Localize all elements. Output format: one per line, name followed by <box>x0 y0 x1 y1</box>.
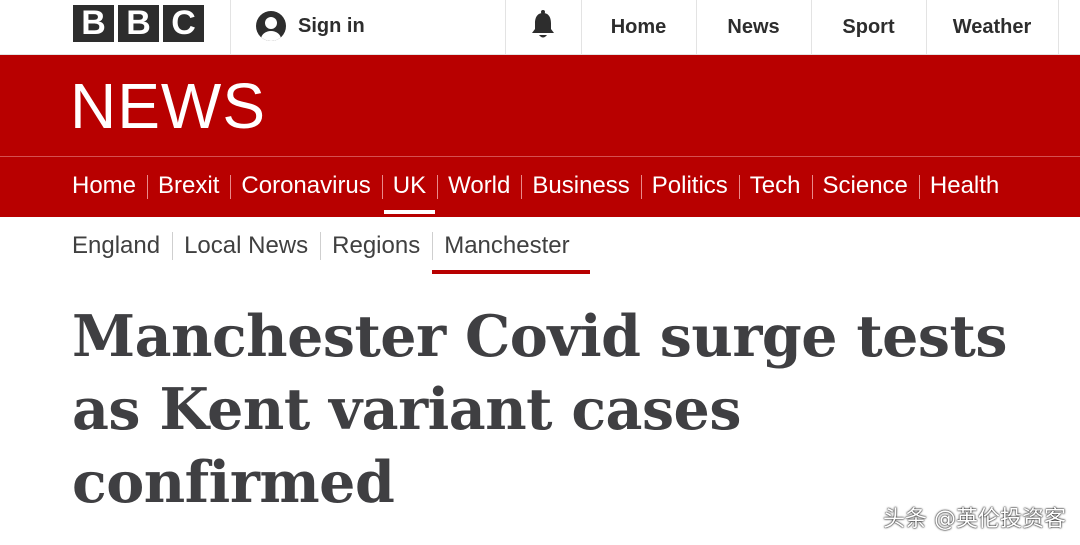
bell-icon[interactable] <box>530 10 556 40</box>
bbc-logo-letter: B <box>118 5 159 42</box>
sub-nav: England Local News Regions Manchester <box>70 222 591 274</box>
news-wordmark[interactable]: NEWS <box>70 68 266 144</box>
main-nav-world[interactable]: World <box>437 160 521 212</box>
bbc-logo-letter: C <box>163 5 204 42</box>
top-nav-home[interactable]: Home <box>582 0 695 55</box>
top-nav-news[interactable]: News <box>697 0 810 55</box>
article-headline: Manchester Covid surge tests as Kent var… <box>72 303 1007 516</box>
sub-nav-england[interactable]: England <box>70 222 172 270</box>
sub-nav-regions[interactable]: Regions <box>320 222 432 270</box>
top-nav-sport[interactable]: Sport <box>812 0 925 55</box>
user-icon <box>256 11 286 41</box>
main-nav-health[interactable]: Health <box>918 160 1010 212</box>
divider <box>230 0 231 55</box>
sign-in-link[interactable]: Sign in <box>256 11 365 41</box>
main-nav-science[interactable]: Science <box>811 160 919 212</box>
divider <box>0 156 1080 157</box>
top-nav-weather[interactable]: Weather <box>927 0 1057 55</box>
main-nav-tech[interactable]: Tech <box>738 160 812 212</box>
watermark: 头条 @英伦投资客 <box>883 507 1066 532</box>
main-nav-home[interactable]: Home <box>70 160 147 212</box>
sub-nav-manchester[interactable]: Manchester <box>432 222 591 274</box>
bbc-logo-letter: B <box>73 5 114 42</box>
divider <box>505 0 506 55</box>
main-nav: Home Brexit Coronavirus UK World Busines… <box>70 160 1010 214</box>
main-nav-politics[interactable]: Politics <box>640 160 739 212</box>
global-header: B B C Sign in Home News Sport Weather <box>0 0 1080 55</box>
main-nav-brexit[interactable]: Brexit <box>147 160 230 212</box>
main-nav-uk[interactable]: UK <box>381 160 437 214</box>
main-nav-coronavirus[interactable]: Coronavirus <box>230 160 381 212</box>
sub-nav-local-news[interactable]: Local News <box>172 222 320 270</box>
bbc-logo[interactable]: B B C <box>73 5 204 42</box>
main-nav-business[interactable]: Business <box>521 160 640 212</box>
sign-in-label: Sign in <box>298 14 365 37</box>
divider <box>1058 0 1059 55</box>
